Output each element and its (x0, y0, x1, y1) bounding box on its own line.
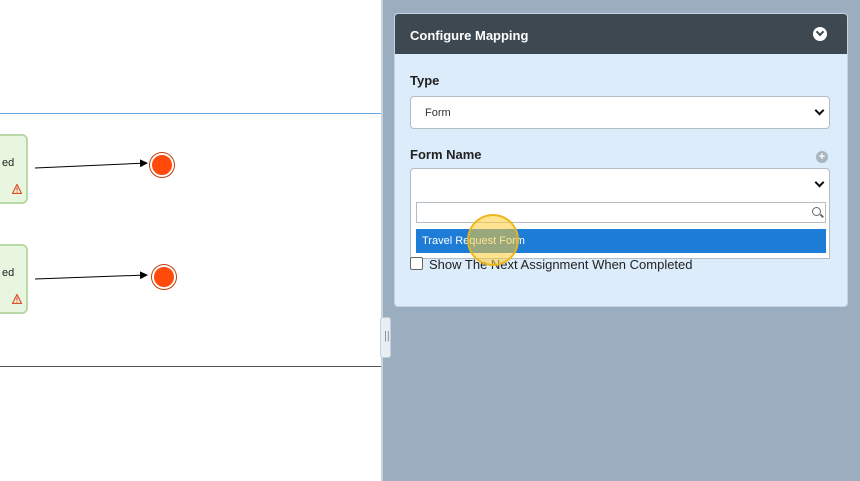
show-next-assignment-label: Show The Next Assignment When Completed (429, 257, 693, 272)
form-name-select[interactable] (410, 168, 830, 201)
configure-mapping-card: Configure Mapping Type Form Form Name + … (394, 13, 848, 307)
end-event[interactable] (152, 265, 176, 289)
form-name-dropdown: Travel Request Form (410, 199, 830, 259)
chevron-down-icon (814, 177, 825, 188)
sequence-flow (34, 271, 148, 280)
show-next-assignment-row[interactable]: Show The Next Assignment When Completed (410, 257, 693, 272)
dropdown-search-input[interactable] (416, 202, 826, 223)
show-next-assignment-checkbox[interactable] (410, 257, 423, 270)
card-title: Configure Mapping (410, 28, 529, 43)
add-form-icon[interactable]: + (816, 151, 828, 163)
card-header[interactable]: Configure Mapping (395, 14, 847, 54)
end-event[interactable] (150, 153, 174, 177)
type-select[interactable]: Form (410, 96, 830, 129)
type-select-value: Form (425, 107, 451, 119)
chevron-down-icon (814, 105, 825, 116)
sequence-flow (34, 159, 148, 169)
search-icon (812, 207, 821, 216)
dropdown-option[interactable]: Travel Request Form (416, 229, 826, 253)
process-canvas[interactable]: ed ed (0, 0, 381, 481)
type-label: Type (410, 73, 440, 88)
form-name-label: Form Name (410, 147, 482, 162)
collapse-chevron-icon[interactable] (813, 27, 827, 41)
panel-resize-handle[interactable]: || (380, 317, 391, 358)
flow-connectors (34, 159, 148, 280)
